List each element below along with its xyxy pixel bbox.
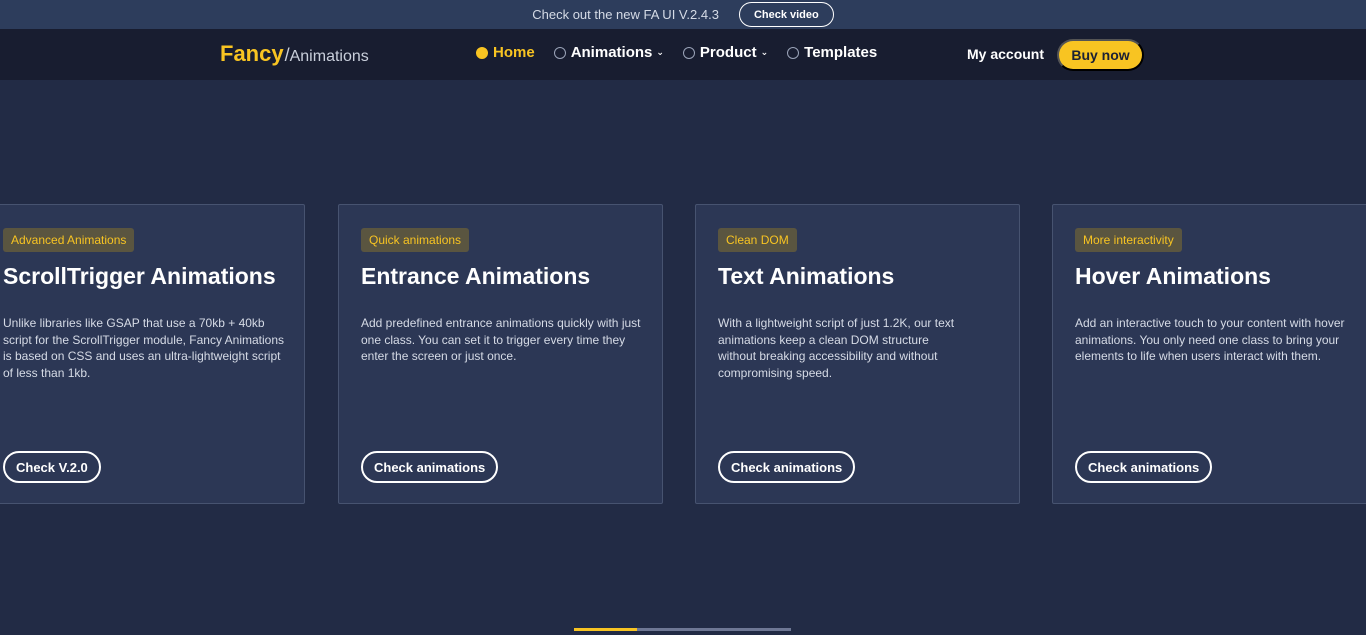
announcement-bar: Check out the new FA UI V.2.4.3 Check vi… — [0, 0, 1366, 29]
card-badge: Quick animations — [361, 228, 470, 252]
site-logo[interactable]: Fancy / Animations — [220, 41, 369, 67]
card-badge: Advanced Animations — [3, 228, 135, 252]
nav-item-home[interactable]: Home — [476, 44, 535, 61]
nav-item-product[interactable]: Product ⌄ — [682, 44, 769, 61]
chevron-down-icon: ⌄ — [760, 47, 769, 57]
feature-card-scrolltrigger: Advanced Animations ScrollTrigger Animat… — [0, 204, 305, 504]
nav-menu: Home Animations ⌄ Product ⌄ Templates — [476, 44, 896, 61]
circle-dot-icon — [553, 46, 566, 59]
feature-card-entrance: Quick animations Entrance Animations Add… — [338, 204, 663, 504]
nav-item-templates[interactable]: Templates — [787, 44, 877, 61]
card-badge: Clean DOM — [718, 228, 797, 252]
chevron-down-icon: ⌄ — [656, 47, 664, 57]
check-video-button[interactable]: Check video — [738, 2, 834, 27]
my-account-link[interactable]: My account — [967, 46, 1044, 62]
circle-dot-icon — [682, 46, 695, 59]
card-description: With a lightweight script of just 1.2K, … — [718, 316, 955, 380]
card-description: Unlike libraries like GSAP that use a 70… — [3, 316, 284, 380]
logo-sub-text: Animations — [289, 48, 369, 65]
announcement-text: Check out the new FA UI V.2.4.3 — [532, 7, 719, 22]
card-description: Add an interactive touch to your content… — [1075, 316, 1345, 363]
buy-now-button[interactable]: Buy now — [1057, 39, 1144, 71]
check-animations-button[interactable]: Check animations — [361, 451, 499, 483]
card-title: Hover Animations — [1075, 263, 1271, 289]
nav-item-animations[interactable]: Animations ⌄ — [553, 44, 664, 61]
check-version-button[interactable]: Check V.2.0 — [3, 451, 101, 483]
check-animations-button[interactable]: Check animations — [718, 451, 856, 483]
logo-main-text: Fancy — [220, 41, 284, 66]
nav-item-label: Animations — [570, 44, 653, 61]
circle-dot-icon — [476, 46, 488, 59]
card-badge: More interactivity — [1075, 228, 1182, 252]
nav-item-label: Templates — [804, 44, 878, 61]
card-title: Entrance Animations — [361, 263, 591, 289]
card-description: Add predefined entrance animations quick… — [361, 316, 641, 363]
feature-card-hover: More interactivity Hover Animations Add … — [1052, 204, 1366, 504]
carousel-progress-bar[interactable] — [574, 628, 791, 631]
nav-item-label: Home — [493, 44, 535, 61]
feature-card-text: Clean DOM Text Animations With a lightwe… — [695, 204, 1020, 504]
check-animations-button[interactable]: Check animations — [1075, 451, 1213, 483]
circle-dot-icon — [787, 46, 800, 59]
card-title: Text Animations — [718, 263, 895, 289]
carousel-progress-fill — [574, 628, 637, 631]
card-title: ScrollTrigger Animations — [3, 263, 276, 289]
nav-item-label: Product — [699, 44, 757, 61]
main-navigation: Fancy / Animations Home Animations ⌄ Pro… — [0, 29, 1366, 80]
